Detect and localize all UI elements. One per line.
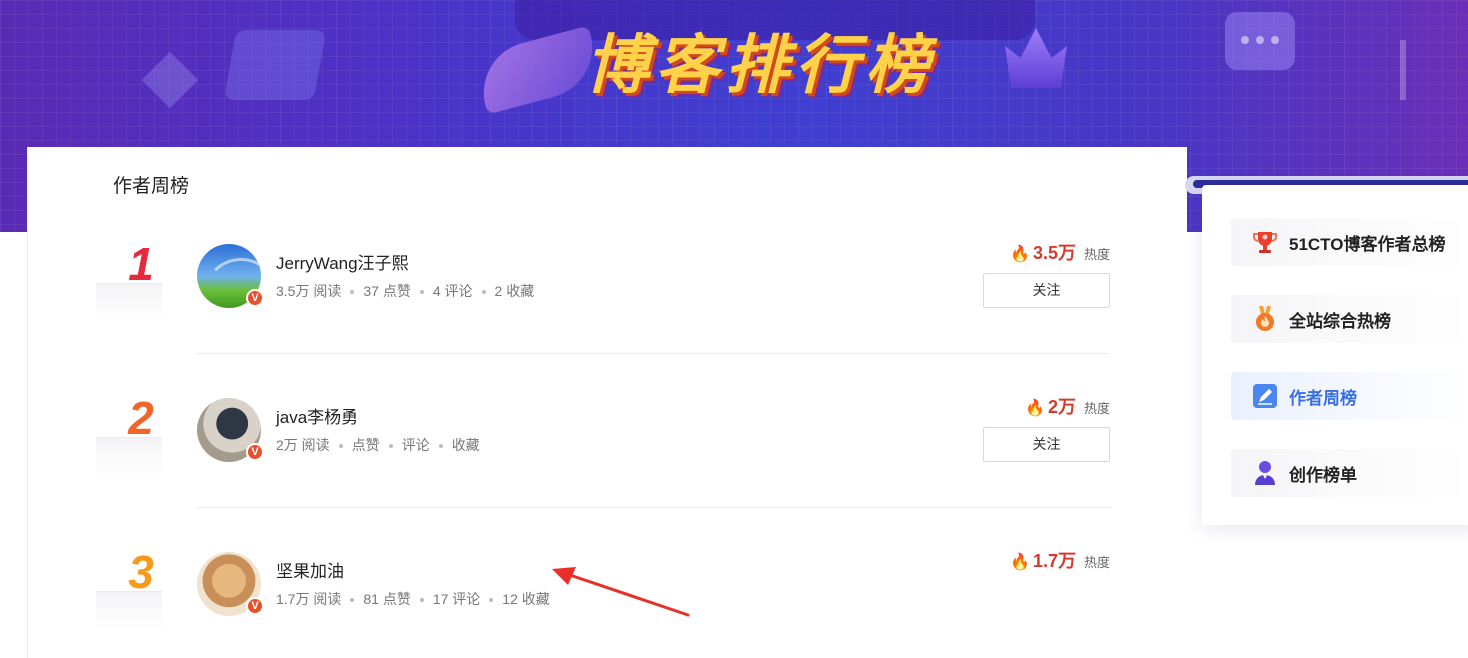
read-count: 2万 阅读 — [276, 437, 330, 453]
fire-icon: 🔥 — [1010, 554, 1030, 571]
separator-dot — [419, 290, 424, 295]
side-item-label: 创作榜单 — [1289, 465, 1357, 485]
side-item-creation-list[interactable]: 创作榜单 — [1231, 449, 1468, 497]
author-stats: 1.7万 阅读 81 点赞 17 评论 12 收藏 — [276, 589, 550, 609]
side-panel: 51CTO博客作者总榜 全站综合热榜 作者周榜 创作榜单 — [1202, 185, 1468, 525]
heat-score: 🔥 1.7万 热度 — [1010, 547, 1110, 573]
side-item-label: 全站综合热榜 — [1289, 311, 1391, 331]
author-stats: 2万 阅读 点赞 评论 收藏 — [276, 435, 480, 455]
comment-count: 4 评论 — [432, 283, 473, 299]
like-count: 81 点赞 — [363, 591, 411, 607]
heat-label: 热度 — [1083, 247, 1110, 262]
banner-side-shape — [1400, 40, 1450, 100]
follow-button[interactable]: 关注 — [983, 427, 1110, 462]
separator-dot — [438, 444, 443, 449]
side-item-author-weekly[interactable]: 作者周榜 — [1231, 372, 1468, 420]
author-name[interactable]: java李杨勇 — [276, 403, 358, 428]
medal-icon — [1251, 305, 1279, 333]
heat-label: 热度 — [1083, 401, 1110, 416]
read-count: 1.7万 阅读 — [276, 591, 342, 607]
separator-dot — [388, 444, 393, 449]
like-count: 点赞 — [351, 437, 380, 453]
like-count: 37 点赞 — [363, 283, 411, 299]
rank-number: 1 — [128, 238, 154, 290]
separator-dot — [350, 598, 355, 603]
follow-button[interactable]: 关注 — [983, 273, 1110, 308]
side-item-total-rank[interactable]: 51CTO博客作者总榜 — [1231, 218, 1468, 266]
separator-dot — [481, 290, 486, 295]
side-item-site-hot[interactable]: 全站综合热榜 — [1231, 295, 1468, 343]
row-divider — [196, 507, 1110, 508]
heat-score: 🔥 3.5万 热度 — [1010, 239, 1110, 265]
favorite-count: 2 收藏 — [494, 283, 535, 299]
pen-edit-icon — [1251, 382, 1279, 410]
side-item-label: 51CTO博客作者总榜 — [1289, 234, 1446, 254]
verified-badge-icon: V — [246, 597, 264, 615]
separator-dot — [338, 444, 343, 449]
row-divider — [196, 353, 1110, 354]
red-arrow-annotation — [552, 567, 690, 617]
heat-value: 2万 — [1047, 397, 1076, 417]
rank-number: 3 — [128, 546, 154, 598]
comment-count: 17 评论 — [432, 591, 481, 607]
author-name[interactable]: 坚果加油 — [276, 557, 344, 582]
heat-value: 3.5万 — [1032, 243, 1076, 263]
rank-number: 2 — [128, 392, 154, 444]
comment-count: 评论 — [401, 437, 430, 453]
favorite-count: 收藏 — [451, 437, 480, 453]
separator-dot — [350, 290, 355, 295]
banner-code-shape — [223, 30, 327, 100]
side-item-label: 作者周榜 — [1289, 388, 1357, 408]
heat-score: 🔥 2万 热度 — [1025, 393, 1110, 419]
section-title: 作者周榜 — [113, 176, 190, 197]
verified-badge-icon: V — [246, 289, 264, 307]
heat-label: 热度 — [1083, 555, 1110, 570]
favorite-count: 12 收藏 — [502, 591, 550, 607]
fire-icon: 🔥 — [1010, 246, 1030, 263]
verified-badge-icon: V — [246, 443, 264, 461]
author-stats: 3.5万 阅读 37 点赞 4 评论 2 收藏 — [276, 281, 534, 301]
fire-icon: 🔥 — [1025, 400, 1045, 417]
heat-value: 1.7万 — [1032, 551, 1076, 571]
chat-bubble-icon — [1225, 12, 1295, 70]
read-count: 3.5万 阅读 — [276, 283, 342, 299]
separator-dot — [489, 598, 494, 603]
banner-title: 博客排行榜 — [585, 29, 935, 103]
author-name[interactable]: JerryWang汪子熙 — [276, 249, 409, 274]
trophy-icon — [1251, 228, 1279, 256]
person-icon — [1251, 459, 1279, 487]
separator-dot — [419, 598, 424, 603]
